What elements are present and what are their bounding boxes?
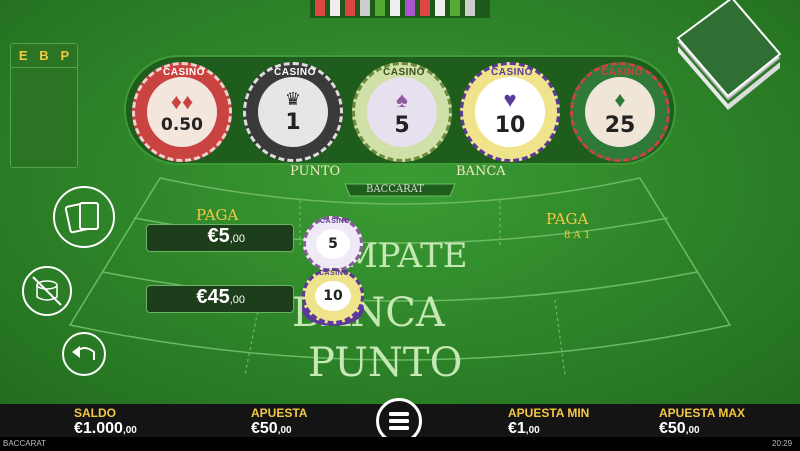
banca-header: BANCA — [456, 164, 506, 179]
saldo-cents: ,00 — [122, 425, 137, 436]
diamond-suit-icon: ♦♦ — [170, 89, 194, 114]
apuesta-max-block: APUESTA MAX €50,00 — [659, 406, 745, 438]
punto-bet-area[interactable]: PUNTO — [308, 340, 528, 386]
spade-suit-icon: ♠ — [396, 86, 408, 112]
apuesta-amount: €50 — [251, 420, 278, 437]
crown-icon: ♛ — [284, 89, 302, 109]
placed-chip-value: 10 — [323, 288, 343, 304]
chip-brand: CASINO — [383, 67, 425, 78]
chip-1[interactable]: ♛ 1 CASINO — [243, 62, 343, 162]
placed-chip-brand: CASINO — [319, 270, 350, 277]
chip-brand: CASINO — [163, 67, 205, 78]
footer-game-name: BACCARAT — [3, 439, 46, 448]
apuesta-cents: ,00 — [277, 425, 292, 436]
apuesta-min-cents: ,00 — [525, 425, 540, 436]
apuesta-min-value: €1,00 — [508, 420, 589, 438]
chip-050[interactable]: ♦♦ 0.50 CASINO — [132, 62, 232, 162]
apuesta-max-cents: ,00 — [685, 425, 700, 436]
tie-bet-value: €5 — [207, 225, 230, 247]
diamond-suit-icon: ♦ — [614, 86, 626, 112]
scoreboard: E B P — [10, 43, 78, 168]
heart-suit-icon: ♥ — [503, 86, 517, 112]
cards-button[interactable] — [53, 186, 115, 248]
tie-bet-amount: €5,00 — [146, 224, 294, 252]
placed-chip-brand: CASINO — [320, 218, 351, 225]
saldo-amount: €1.000 — [74, 420, 123, 437]
cards-icon — [64, 202, 99, 234]
paga-right-label: PAGA — [546, 210, 589, 228]
apuesta-min-label: APUESTA MIN — [508, 406, 590, 420]
apuesta-value: €50,00 — [251, 420, 307, 438]
footer-bar: BACCARAT 20:29 — [0, 437, 800, 451]
apuesta-min-amount: €1 — [508, 420, 526, 437]
apuesta-min-block: APUESTA MIN €1,00 — [508, 406, 589, 438]
chip-10[interactable]: ♥ 10 CASINO — [460, 62, 560, 162]
clear-chips-button[interactable] — [22, 266, 72, 316]
undo-button[interactable] — [62, 332, 106, 376]
scoreboard-header-e: E — [18, 48, 28, 63]
chip-brand: CASINO — [491, 67, 533, 78]
chip-value: 1 — [285, 110, 301, 135]
banca-bet-cents: ,00 — [229, 294, 245, 306]
apuesta-label: APUESTA — [251, 406, 308, 420]
scoreboard-header-b: B — [39, 48, 49, 63]
footer-clock: 20:29 — [772, 439, 793, 448]
placed-chip-value: 5 — [328, 236, 338, 252]
banca-bet-value: €45 — [196, 286, 230, 308]
chip-25[interactable]: ♦ 25 CASINO — [570, 62, 670, 162]
clear-chips-icon — [32, 276, 62, 306]
saldo-value: €1.000,00 — [74, 420, 137, 438]
chip-value: 0.50 — [161, 115, 203, 135]
placed-chip-10: 10 CASINO — [302, 268, 364, 324]
saldo-block: SALDO €1.000,00 — [74, 406, 137, 438]
chip-value: 10 — [494, 112, 526, 138]
apuesta-max-amount: €50 — [659, 420, 686, 437]
chip-value: 5 — [394, 112, 410, 138]
scoreboard-header-p: P — [60, 48, 70, 63]
chip-value: 25 — [604, 112, 636, 138]
apuesta-block: APUESTA €50,00 — [251, 406, 307, 438]
payout-odds: 8 A 1 — [564, 230, 591, 241]
banca-bet-amount: €45,00 — [146, 285, 294, 313]
chip-brand: CASINO — [274, 67, 316, 78]
baccarat-logo: BACCARAT — [366, 184, 424, 195]
chip-5[interactable]: ♠ 5 CASINO — [352, 62, 452, 162]
hamburger-menu-icon — [389, 412, 409, 430]
saldo-label: SALDO — [74, 406, 116, 420]
tie-bet-cents: ,00 — [229, 233, 245, 245]
apuesta-max-label: APUESTA MAX — [659, 406, 746, 420]
punto-header: PUNTO — [290, 164, 341, 179]
top-chip-stacks — [310, 0, 490, 18]
undo-icon — [72, 346, 95, 360]
paga-left-label: PAGA — [196, 206, 239, 224]
chip-brand: CASINO — [601, 67, 643, 78]
placed-chip-5: 5 CASINO — [303, 216, 363, 272]
apuesta-max-value: €50,00 — [659, 420, 745, 438]
